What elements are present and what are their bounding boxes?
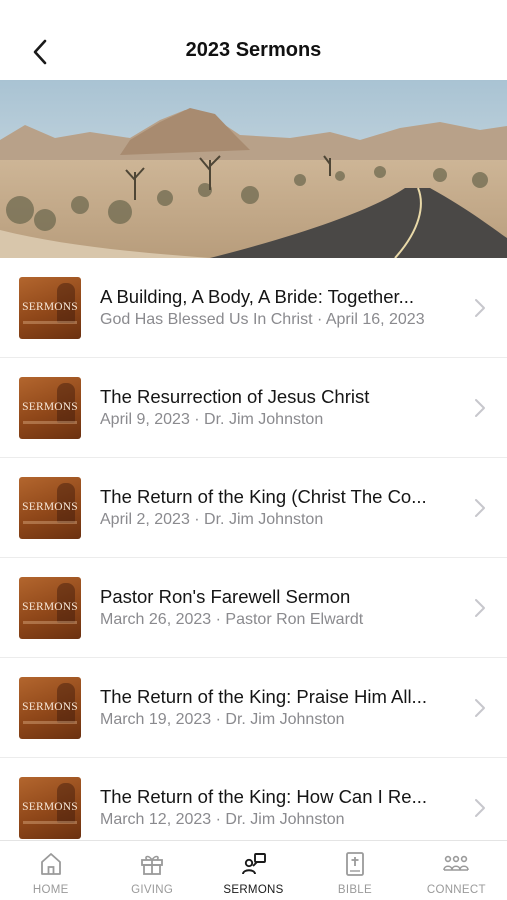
home-icon bbox=[40, 853, 61, 875]
sermon-list-item[interactable]: SERMONS The Return of the King (Christ T… bbox=[0, 458, 507, 558]
chevron-right-icon bbox=[475, 399, 485, 417]
tab-giving-label: GIVING bbox=[131, 884, 174, 896]
sermon-list-item[interactable]: SERMONS A Building, A Body, A Bride: Tog… bbox=[0, 258, 507, 358]
sermon-thumbnail: SERMONS bbox=[19, 777, 81, 839]
tab-sermons-label: SERMONS bbox=[223, 884, 284, 896]
tab-giving[interactable]: GIVING bbox=[101, 841, 202, 900]
thumbnail-label: SERMONS bbox=[22, 401, 78, 413]
sermon-subtitle: March 26, 2023 · Pastor Ron Elwardt bbox=[100, 611, 364, 628]
tab-bible[interactable]: BIBLE bbox=[304, 841, 405, 900]
tab-bar: HOME GIVING SERMONS BIBLE CONNECT bbox=[0, 840, 507, 900]
hero-image bbox=[0, 80, 507, 258]
sermon-thumbnail: SERMONS bbox=[19, 277, 81, 339]
sermons-icon bbox=[241, 853, 266, 875]
thumbnail-label: SERMONS bbox=[22, 301, 78, 313]
sermon-thumbnail: SERMONS bbox=[19, 577, 81, 639]
sermon-title: Pastor Ron's Farewell Sermon bbox=[100, 586, 351, 607]
sermon-title: The Return of the King (Christ The Co... bbox=[100, 486, 427, 507]
chevron-right-icon bbox=[475, 299, 485, 317]
tab-home-label: HOME bbox=[32, 884, 69, 896]
sermon-list-item[interactable]: SERMONS The Resurrection of Jesus Christ… bbox=[0, 358, 507, 458]
gift-icon bbox=[141, 855, 164, 875]
tab-connect-label: CONNECT bbox=[426, 884, 486, 896]
tab-home[interactable]: HOME bbox=[0, 841, 101, 900]
sermon-title: The Return of the King: How Can I Re... bbox=[100, 786, 427, 807]
sermon-list-item[interactable]: SERMONS The Return of the King: Praise H… bbox=[0, 658, 507, 758]
sermon-thumbnail: SERMONS bbox=[19, 377, 81, 439]
thumbnail-label: SERMONS bbox=[22, 701, 78, 713]
thumbnail-label: SERMONS bbox=[22, 501, 78, 513]
sermon-list: SERMONS A Building, A Body, A Bride: Tog… bbox=[0, 258, 507, 840]
bible-icon bbox=[346, 852, 364, 876]
sermon-subtitle: March 19, 2023 · Dr. Jim Johnston bbox=[100, 711, 345, 728]
tab-sermons[interactable]: SERMONS bbox=[203, 841, 304, 900]
thumbnail-label: SERMONS bbox=[22, 601, 78, 613]
tab-connect[interactable]: CONNECT bbox=[406, 841, 507, 900]
chevron-right-icon bbox=[475, 599, 485, 617]
sermon-subtitle: March 12, 2023 · Dr. Jim Johnston bbox=[100, 811, 345, 828]
sermon-title: The Resurrection of Jesus Christ bbox=[100, 386, 370, 407]
connect-icon bbox=[443, 855, 470, 871]
sermon-thumbnail: SERMONS bbox=[19, 477, 81, 539]
sermon-list-item[interactable]: SERMONS Pastor Ron's Farewell Sermon Mar… bbox=[0, 558, 507, 658]
sermon-subtitle: God Has Blessed Us In Christ · April 16,… bbox=[100, 311, 425, 328]
chevron-right-icon bbox=[475, 499, 485, 517]
thumbnail-label: SERMONS bbox=[22, 801, 78, 813]
tab-bible-label: BIBLE bbox=[337, 884, 372, 896]
chevron-right-icon bbox=[475, 799, 485, 817]
chevron-right-icon bbox=[475, 699, 485, 717]
sermon-title: A Building, A Body, A Bride: Together... bbox=[100, 286, 415, 307]
sermon-list-item[interactable]: SERMONS The Return of the King: How Can … bbox=[0, 758, 507, 840]
sermon-subtitle: April 2, 2023 · Dr. Jim Johnston bbox=[100, 511, 324, 528]
header-bar: 2023 Sermons bbox=[0, 0, 507, 80]
sermon-subtitle: April 9, 2023 · Dr. Jim Johnston bbox=[100, 411, 324, 428]
page-title: 2023 Sermons bbox=[185, 39, 322, 61]
sermon-title: The Return of the King: Praise Him All..… bbox=[100, 686, 427, 707]
sermon-thumbnail: SERMONS bbox=[19, 677, 81, 739]
